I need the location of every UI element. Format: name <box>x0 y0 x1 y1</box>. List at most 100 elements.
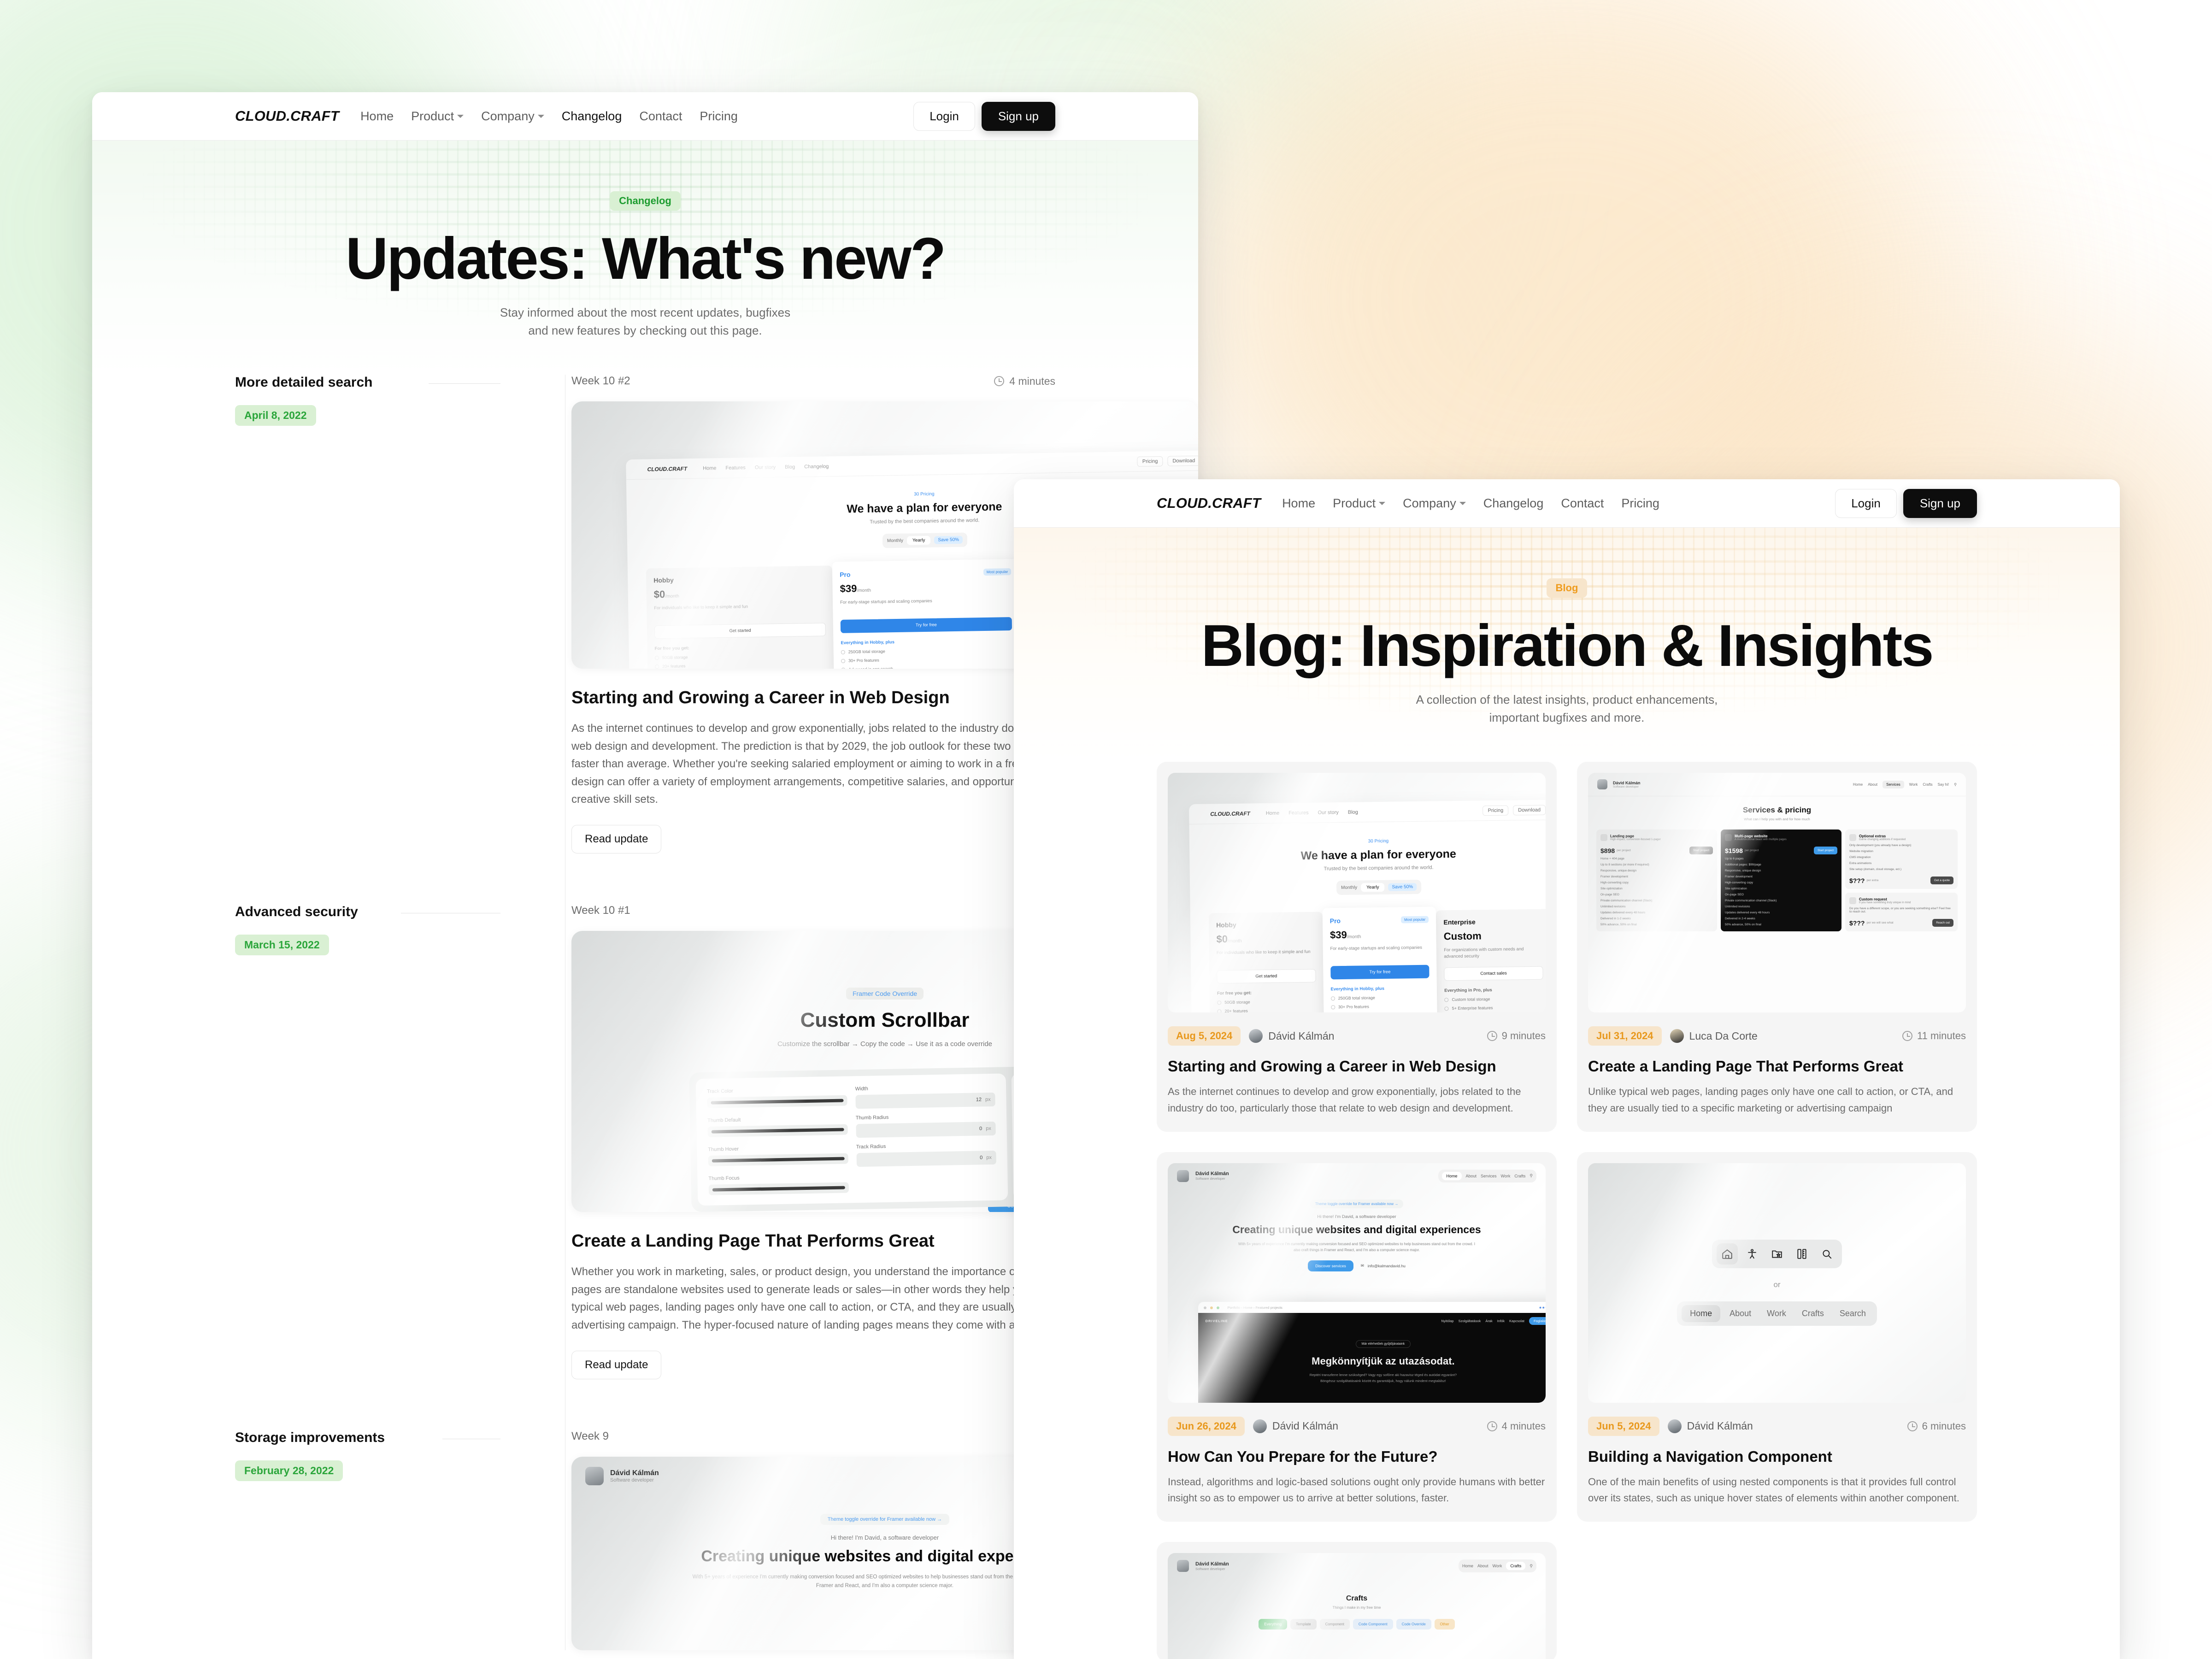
nav-item-product[interactable]: Product <box>1333 496 1385 511</box>
nav-item: Home <box>1462 1564 1473 1568</box>
entry-week: Week 10 #1 <box>571 904 630 917</box>
plan-price: $39/month <box>840 580 1012 595</box>
plan-cta: Contact sales <box>1444 966 1543 981</box>
mock-dark-site: DRIVELINE Nyitólap Szolgáltatások Árak I… <box>1198 1313 1546 1402</box>
nav-item-contact[interactable]: Contact <box>639 109 682 124</box>
blog-card[interactable]: Dávid Kálmán Software developer Home Abo… <box>1157 1152 1557 1522</box>
mock-nav-item: Features <box>1288 810 1309 816</box>
nav-item-product[interactable]: Product <box>411 109 464 124</box>
blog-card[interactable]: Dávid Kálmán Software developer Home Abo… <box>1157 1542 1557 1659</box>
primary-nav: Home Product Company Changelog Contact P… <box>360 109 738 124</box>
plan-badge: Most popular <box>983 568 1011 576</box>
mock-nav-item: Our story <box>755 465 776 471</box>
breadcrumb: Portfolio › Home › Featured projects <box>1228 1306 1282 1310</box>
read-update-button[interactable]: Read update <box>571 1351 661 1379</box>
color-swatch[interactable] <box>707 1095 847 1108</box>
brand-logo[interactable]: CLOUD.CRAFT <box>1157 495 1261 512</box>
page-title: Updates: What's new? <box>92 228 1198 290</box>
blog-card-thumbnail: Dávid Kálmán Software developer Home Abo… <box>1588 773 1966 1012</box>
control-label: Thumb Focus <box>709 1173 849 1181</box>
nav-item-company[interactable]: Company <box>1403 496 1466 511</box>
plan-price-value: $0 <box>654 588 665 600</box>
blog-card[interactable]: CLOUD.CRAFT Home Features Our story Blog… <box>1157 762 1557 1131</box>
control-label: Thumb Hover <box>708 1144 848 1152</box>
service-feature: Unlimited revisions <box>1725 905 1837 908</box>
mock-hero: 30 Pricing We have a plan for everyone T… <box>1189 820 1546 902</box>
ruler-pencil-icon <box>1791 1243 1812 1265</box>
start-project-button: Start project <box>1814 847 1837 854</box>
service-feature: Unlimited revisions <box>1600 905 1713 908</box>
mock-nav-item: Our story <box>1318 809 1339 815</box>
plan-price: $0/month <box>1217 932 1316 945</box>
nav-item-contact[interactable]: Contact <box>1561 496 1604 511</box>
signup-button[interactable]: Sign up <box>982 102 1055 131</box>
author-role: Software developer <box>610 1477 659 1483</box>
plan-features-head: Everything in Hobby, plus <box>1331 985 1430 992</box>
service-price-row: $??? per we will see what Reach out <box>1849 919 1953 927</box>
tab-crafts: Crafts <box>1795 1305 1830 1322</box>
service-feature: 50% advance, 50% on final <box>1600 923 1713 926</box>
mock-dark-nav: DRIVELINE Nyitólap Szolgáltatások Árak I… <box>1198 1313 1546 1329</box>
nav-item: Work <box>1501 1174 1511 1178</box>
hero-badge: Changelog <box>610 191 681 211</box>
chevron-down-icon <box>538 115 544 118</box>
nav-item: Kapcsolat <box>1509 1319 1524 1323</box>
blog-card-grid: CLOUD.CRAFT Home Features Our story Blog… <box>1014 762 2120 1659</box>
nav-item: Crafts <box>1923 782 1932 787</box>
mock-brand: CLOUD.CRAFT <box>1210 810 1250 817</box>
reach-out-button: Reach out <box>1932 919 1953 927</box>
plan-feature: Custom total storage <box>1445 996 1544 1002</box>
blog-card[interactable]: or Home About Work Crafts Search Jun 5, … <box>1577 1152 1977 1522</box>
color-swatch[interactable] <box>708 1153 848 1166</box>
nav-item-changelog[interactable]: Changelog <box>1483 496 1544 511</box>
mock-filter-chips: Everything Template Component Code Compo… <box>1168 1619 1546 1630</box>
read-time-label: 9 minutes <box>1502 1030 1546 1042</box>
number-input[interactable]: 12 px <box>855 1093 995 1109</box>
nav-item-home[interactable]: Home <box>1282 496 1315 511</box>
avatar <box>1177 1170 1189 1182</box>
color-swatch[interactable] <box>709 1182 849 1195</box>
nav-item-pricing[interactable]: Pricing <box>1621 496 1659 511</box>
nav-item-changelog[interactable]: Changelog <box>562 109 622 124</box>
entry-sidebar: More detailed search April 8, 2022 <box>235 375 530 853</box>
person-icon <box>1741 1243 1763 1265</box>
mock-announcement-chip: Theme toggle override for Framer availab… <box>1310 1200 1404 1208</box>
login-button[interactable]: Login <box>913 102 975 131</box>
contact-email: ✉ info@kalmandavid.hu <box>1361 1263 1406 1268</box>
nav-label: Contact <box>1561 496 1604 511</box>
service-feature: CMS integration <box>1849 856 1953 859</box>
toggle-monthly: Monthly <box>1341 885 1357 890</box>
nav-item-pricing[interactable]: Pricing <box>700 109 738 124</box>
nav-item: About <box>1466 1174 1477 1178</box>
multi-page-icon <box>1725 834 1732 841</box>
nav-item: About <box>1477 1564 1488 1568</box>
service-feature: Up to 8 sections (or more if required) <box>1600 863 1713 866</box>
mock-crafts-hero: Crafts Things I make in my free time Eve… <box>1168 1579 1546 1630</box>
mock-subtitle: Things I make in my free time <box>1168 1606 1546 1610</box>
mock-nav-item: Changelog <box>804 464 829 470</box>
author-name: Dávid Kálmán <box>1687 1420 1753 1432</box>
blog-card[interactable]: Dávid Kálmán Software developer Home Abo… <box>1577 762 1977 1131</box>
blog-card-author: Dávid Kálmán <box>1668 1419 1753 1433</box>
control-thumb-hover: Thumb Hover <box>708 1144 848 1169</box>
control-track-color: Track Color <box>707 1086 847 1111</box>
nav-item: Infók <box>1497 1319 1505 1323</box>
number-input[interactable]: 0 px <box>856 1122 996 1138</box>
plan-feature: 50GB storage <box>1217 999 1316 1005</box>
service-feature: Delivered in 2-4 weeks <box>1725 917 1837 920</box>
read-update-button[interactable]: Read update <box>571 825 661 853</box>
mock-dark-title: Megkönnyítjük az utazásodat. <box>1198 1355 1546 1367</box>
login-button[interactable]: Login <box>1835 489 1897 518</box>
nav-item-home[interactable]: Home <box>360 109 394 124</box>
nav-item-company[interactable]: Company <box>481 109 544 124</box>
plan-features-head: For free you get: <box>1217 989 1316 996</box>
search-icon <box>1816 1243 1837 1265</box>
nav-item: Szolgáltatások <box>1459 1319 1481 1323</box>
hero-badge: Blog <box>1547 578 1588 598</box>
number-input[interactable]: 0 px <box>857 1151 997 1167</box>
brand-logo[interactable]: CLOUD.CRAFT <box>235 108 339 124</box>
signup-button[interactable]: Sign up <box>1903 489 1977 518</box>
traffic-light-icon <box>1204 1306 1206 1309</box>
mock-download-button: Download <box>1513 805 1546 815</box>
color-swatch[interactable] <box>708 1124 848 1137</box>
